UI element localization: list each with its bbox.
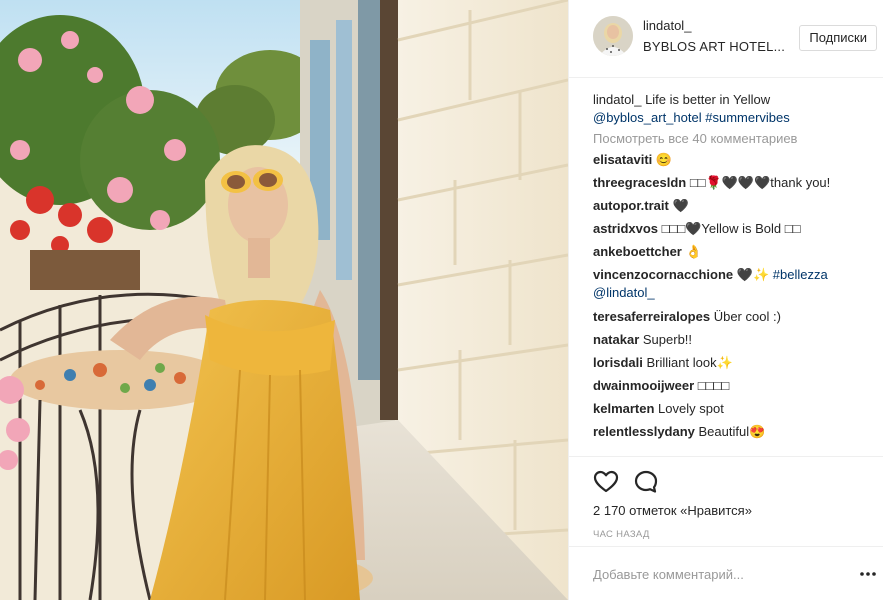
- caption-hashtag[interactable]: #summervibes: [705, 110, 790, 125]
- add-comment-section: [569, 546, 883, 600]
- comment-item: kelmarten Lovely spot: [593, 400, 878, 418]
- comment-hashtag[interactable]: #bellezza: [773, 267, 828, 282]
- header-location[interactable]: BYBLOS ART HOTEL...: [643, 39, 785, 54]
- speech-bubble-icon[interactable]: [633, 469, 659, 495]
- instagram-post: lindatol_ BYBLOS ART HOTEL... Подписки l…: [0, 0, 883, 600]
- post-side-panel: lindatol_ BYBLOS ART HOTEL... Подписки l…: [568, 0, 883, 600]
- comment-text: Lovely spot: [658, 400, 724, 416]
- comment-username[interactable]: astridxvos: [593, 221, 658, 236]
- comment-username[interactable]: elisataviti: [593, 152, 652, 167]
- comment-text: □□□🖤Yellow is Bold □□: [661, 221, 801, 237]
- add-comment-input[interactable]: [593, 562, 833, 586]
- avatar[interactable]: [593, 16, 633, 56]
- comment-item: elisataviti 😊: [593, 151, 878, 169]
- caption-mention[interactable]: @byblos_art_hotel: [593, 110, 702, 125]
- comment-item: relentlesslydany Beautiful😍: [593, 423, 878, 441]
- comment-username[interactable]: autopor.trait: [593, 198, 669, 213]
- comment-username[interactable]: ankeboettcher: [593, 244, 682, 259]
- view-all-comments-link[interactable]: Посмотреть все 40 комментариев: [593, 130, 878, 148]
- comment-username[interactable]: dwainmooijweer: [593, 378, 694, 393]
- post-header: lindatol_ BYBLOS ART HOTEL... Подписки: [569, 0, 883, 78]
- more-horizontal-icon[interactable]: [859, 565, 877, 583]
- comment-text: 🖤: [672, 198, 689, 214]
- comment-item: autopor.trait 🖤: [593, 197, 878, 215]
- comment-text: 🖤✨: [736, 267, 770, 283]
- comment-text: 👌: [685, 244, 702, 260]
- heart-outline-icon[interactable]: [593, 469, 619, 495]
- comment-text: 😊: [655, 152, 673, 167]
- comments-list: lindatol_ Life is better in Yellow @bybl…: [593, 91, 878, 446]
- comment-username[interactable]: teresaferreiralopes: [593, 309, 710, 324]
- comment-text: Beautiful😍: [698, 424, 766, 440]
- following-button[interactable]: Подписки: [799, 25, 877, 51]
- post-photo[interactable]: [0, 0, 568, 600]
- comment-text: □□□□: [697, 377, 730, 393]
- comment-mention[interactable]: @lindatol_: [593, 285, 655, 300]
- comment-text: Superb!!: [642, 331, 693, 347]
- post-time: ЧАС НАЗАД: [593, 529, 650, 540]
- comment-username[interactable]: natakar: [593, 332, 639, 347]
- comment-item: natakar Superb!!: [593, 331, 878, 349]
- comment-item: teresaferreiralopes Über cool :): [593, 308, 878, 326]
- avatar-image: [593, 16, 633, 56]
- comment-item: astridxvos □□□🖤Yellow is Bold □□: [593, 220, 878, 238]
- comment-item: threegracesldn □□🌹🖤🖤🖤thank you!: [593, 174, 878, 192]
- comment-text: Brilliant look✨: [646, 354, 733, 370]
- comment-username[interactable]: vincenzocornacchione: [593, 267, 733, 282]
- comment-text: Über cool :): [713, 308, 781, 324]
- comment-username[interactable]: threegracesldn: [593, 175, 686, 190]
- comment-username[interactable]: kelmarten: [593, 401, 654, 416]
- comment-username[interactable]: relentlesslydany: [593, 424, 695, 439]
- comment-item: ankeboettcher 👌: [593, 243, 878, 261]
- caption-username[interactable]: lindatol_: [593, 92, 641, 107]
- post-actions: 2 170 отметок «Нравится» ЧАС НАЗАД: [569, 456, 883, 546]
- photo-illustration: [0, 0, 568, 600]
- comment-text: □□🌹🖤🖤🖤thank you!: [689, 175, 831, 191]
- comment-item: dwainmooijweer □□□□: [593, 377, 878, 395]
- caption-text: Life is better in Yellow: [645, 92, 771, 107]
- comment-username[interactable]: lorisdali: [593, 355, 643, 370]
- caption: lindatol_ Life is better in Yellow @bybl…: [593, 91, 878, 127]
- likes-count[interactable]: 2 170 отметок «Нравится»: [593, 503, 752, 518]
- comment-item: vincenzocornacchione 🖤✨ #bellezza @linda…: [593, 266, 878, 302]
- header-username[interactable]: lindatol_: [643, 18, 691, 33]
- comment-item: lorisdali Brilliant look✨: [593, 354, 878, 372]
